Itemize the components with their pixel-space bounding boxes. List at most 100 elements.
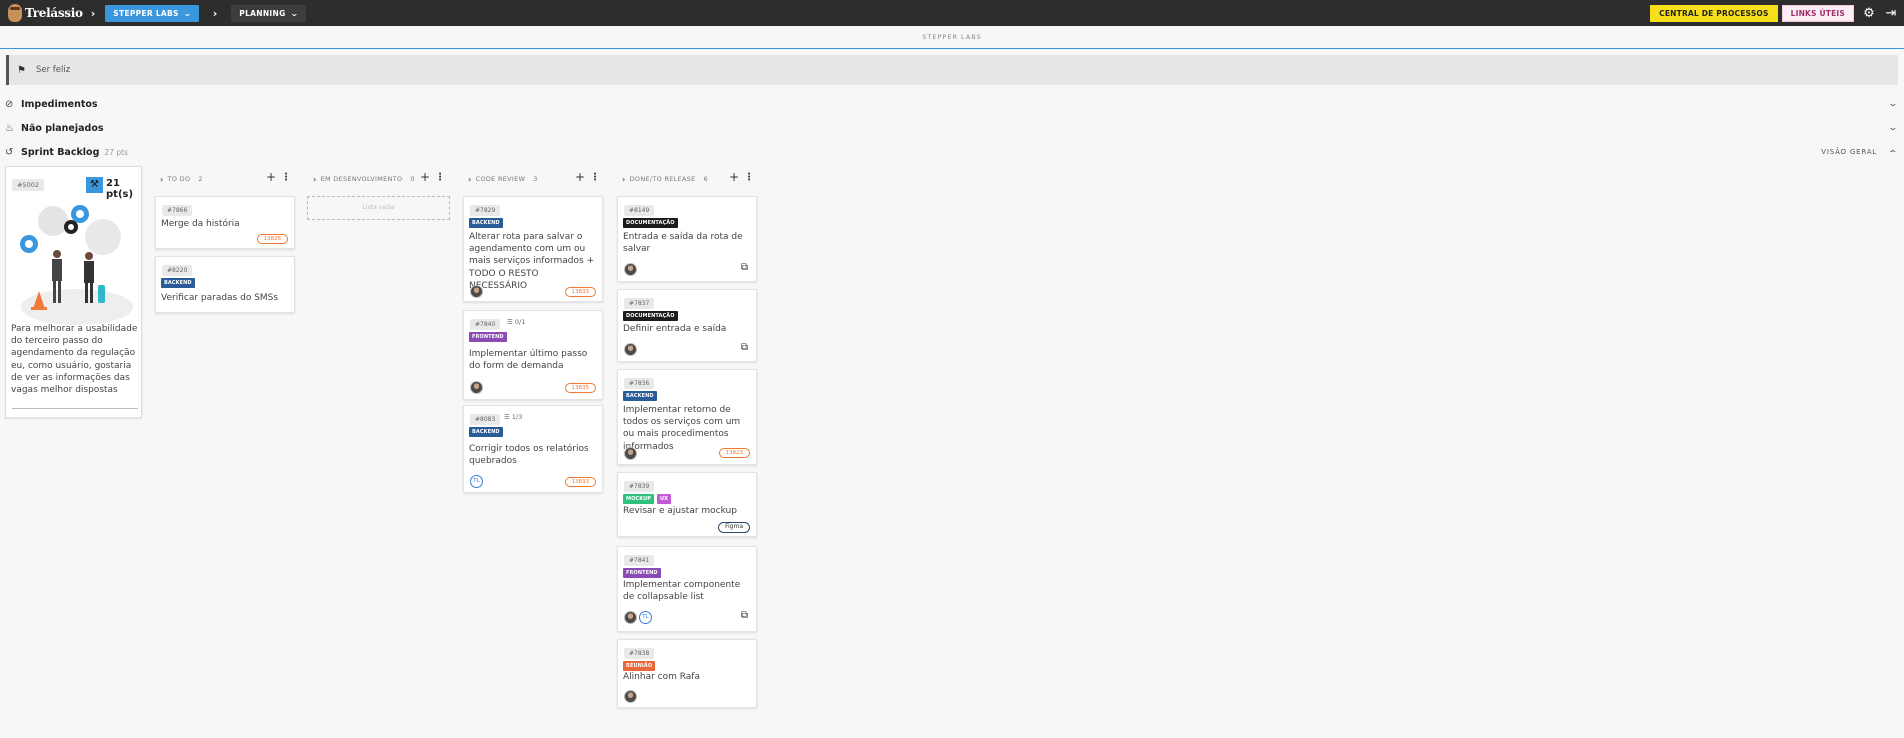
more-options-icon[interactable]: ⋮ [435, 172, 445, 183]
project-dropdown-label: STEPPER LABS [113, 8, 179, 18]
avatar[interactable] [624, 343, 637, 356]
tag-backend: BACKEND [161, 278, 195, 288]
chevron-down-icon: ⌄ [182, 8, 192, 18]
task-card[interactable]: #7838 REUNIÃO Alinhar com Rafa [617, 639, 757, 708]
task-card[interactable]: #7866 Merge da história 13826 [155, 196, 295, 249]
add-card-icon[interactable]: + [575, 170, 585, 184]
card-title: Revisar e ajustar mockup [623, 506, 737, 516]
external-link-icon[interactable]: ⧉ [741, 262, 748, 273]
chevron-right-icon[interactable]: › [313, 175, 317, 184]
avatar[interactable] [624, 690, 637, 703]
gear-icon[interactable]: ⚙ [1862, 6, 1876, 21]
useful-links-button[interactable]: LINKS ÚTEIS [1781, 4, 1854, 22]
card-id: #7829 [470, 205, 501, 216]
logo-text: Trelássio [25, 6, 83, 20]
card-title: Implementar retorno de todos os serviços… [623, 405, 741, 452]
view-dropdown[interactable]: PLANNING ⌄ [231, 4, 306, 22]
column-header-in-development: › EM DESENVOLVIMENTO 0 + ⋮ [313, 170, 446, 186]
card-id: #7866 [162, 205, 193, 216]
external-link-icon[interactable]: ⧉ [741, 342, 748, 353]
section-title: Não planejados [21, 122, 104, 134]
column-title: CODE REVIEW [475, 175, 526, 183]
issue-pill[interactable]: 13826 [256, 234, 288, 244]
issue-pill[interactable]: 13833 [564, 477, 596, 487]
history-icon: ↺ [5, 146, 14, 158]
story-points: 21 pt(s) [106, 178, 134, 200]
avatar[interactable] [470, 381, 483, 394]
add-card-icon[interactable]: + [420, 170, 430, 184]
task-card[interactable]: #8149 DOCUMENTAÇÃO Entrada e saída da ro… [617, 196, 757, 282]
card-title: Verificar paradas do SMSs [161, 293, 279, 303]
more-options-icon[interactable]: ⋮ [744, 172, 754, 183]
process-center-button[interactable]: CENTRAL DE PROCESSOS [1650, 4, 1778, 22]
teamwork-illustration [20, 205, 133, 325]
column-title: EM DESENVOLVIMENTO [320, 175, 403, 183]
avatar[interactable] [624, 611, 637, 624]
avatar[interactable] [470, 285, 483, 298]
chevron-right-icon[interactable]: › [160, 175, 164, 184]
sprint-goal-text: Ser feliz [35, 65, 71, 75]
add-card-icon[interactable]: + [729, 170, 739, 184]
logo-mascot-icon [8, 4, 22, 22]
task-card[interactable]: #7837 DOCUMENTAÇÃO Definir entrada e saí… [617, 289, 757, 362]
section-impediments[interactable]: ⊘ Impedimentos ⌄ [5, 96, 1899, 112]
chevron-up-icon[interactable]: ⌄ [1888, 147, 1899, 157]
subtasks-value: 1/3 [511, 413, 523, 421]
app-logo[interactable]: Trelássio [8, 4, 83, 22]
column-count: 6 [703, 175, 709, 183]
more-options-icon[interactable]: ⋮ [590, 172, 600, 183]
overview-link[interactable]: VISÃO GERAL [1821, 148, 1877, 156]
project-dropdown[interactable]: STEPPER LABS ⌄ [105, 4, 199, 22]
card-title: Definir entrada e saída [623, 324, 727, 334]
task-card[interactable]: #8220 BACKEND Verificar paradas do SMSs [155, 256, 295, 313]
chevron-down-icon[interactable]: ⌄ [1888, 123, 1899, 133]
card-title: Alinhar com Rafa [623, 672, 700, 682]
task-card[interactable]: #8083 ☰ 1/3 BACKEND Corrigir todos os re… [463, 405, 603, 493]
section-unplanned[interactable]: ♨ Não planejados ⌄ [5, 120, 1899, 136]
column-count: 3 [533, 175, 538, 183]
card-id: #8083 [470, 414, 501, 425]
task-card[interactable]: #7836 BACKEND Implementar retorno de tod… [617, 369, 757, 465]
more-options-icon[interactable]: ⋮ [281, 172, 291, 183]
logout-icon[interactable]: ⇥ [1884, 6, 1898, 21]
card-id: #7836 [624, 378, 655, 389]
tag-backend: BACKEND [469, 427, 503, 437]
chevron-right-icon[interactable]: › [468, 175, 472, 184]
card-title: Merge da história [161, 219, 240, 229]
card-id: #7839 [624, 481, 655, 492]
breadcrumb-chevron-icon: › [90, 6, 96, 20]
column-header-done: › DONE/TO RELEASE 6 + ⋮ [622, 170, 755, 186]
task-card[interactable]: #7840 ☰ 0/1 FRONTEND Implementar último … [463, 310, 603, 400]
task-card[interactable]: #7839 MOCKUP UX Revisar e ajustar mockup… [617, 472, 757, 537]
issue-pill[interactable]: 13823 [718, 448, 750, 458]
chevron-right-icon[interactable]: › [622, 175, 626, 184]
tag-frontend: FRONTEND [469, 332, 507, 342]
story-card[interactable]: #5002 ⚒ 21 pt(s) Para melhorar a usabili… [5, 166, 142, 418]
avatar[interactable] [624, 447, 637, 460]
tag-backend: BACKEND [623, 391, 657, 401]
view-dropdown-label: PLANNING [239, 8, 286, 18]
sprint-points: 27 pts [104, 147, 128, 157]
avatar-initials[interactable]: TL [639, 611, 652, 624]
chevron-down-icon[interactable]: ⌄ [1888, 99, 1899, 109]
divider [12, 408, 138, 409]
tools-icon: ⚒ [86, 177, 103, 193]
team-subheader: STEPPER LABS [0, 26, 1904, 49]
add-card-icon[interactable]: + [266, 170, 276, 184]
issue-pill[interactable]: 13835 [564, 383, 596, 393]
card-id: #8220 [162, 265, 193, 276]
card-tags: BACKEND [161, 278, 195, 288]
section-sprint-backlog[interactable]: ↺ Sprint Backlog 27 pts VISÃO GERAL ⌄ [5, 144, 1899, 160]
task-card[interactable]: #7841 FRONTEND Implementar componente de… [617, 546, 757, 632]
external-link-icon[interactable]: ⧉ [741, 610, 748, 621]
card-tags: REUNIÃO [623, 661, 656, 671]
column-header-todo: › TO DO 2 + ⋮ [160, 170, 293, 186]
card-id: #8149 [624, 205, 655, 216]
issue-pill[interactable]: 13833 [564, 287, 596, 297]
figma-link-pill[interactable]: Figma [717, 522, 750, 533]
task-card[interactable]: #7829 BACKEND Alterar rota para salvar o… [463, 196, 603, 302]
card-tags: FRONTEND [623, 568, 661, 578]
card-tags: DOCUMENTAÇÃO [623, 311, 678, 321]
avatar-initials[interactable]: TL [470, 475, 483, 488]
avatar[interactable] [624, 263, 637, 276]
